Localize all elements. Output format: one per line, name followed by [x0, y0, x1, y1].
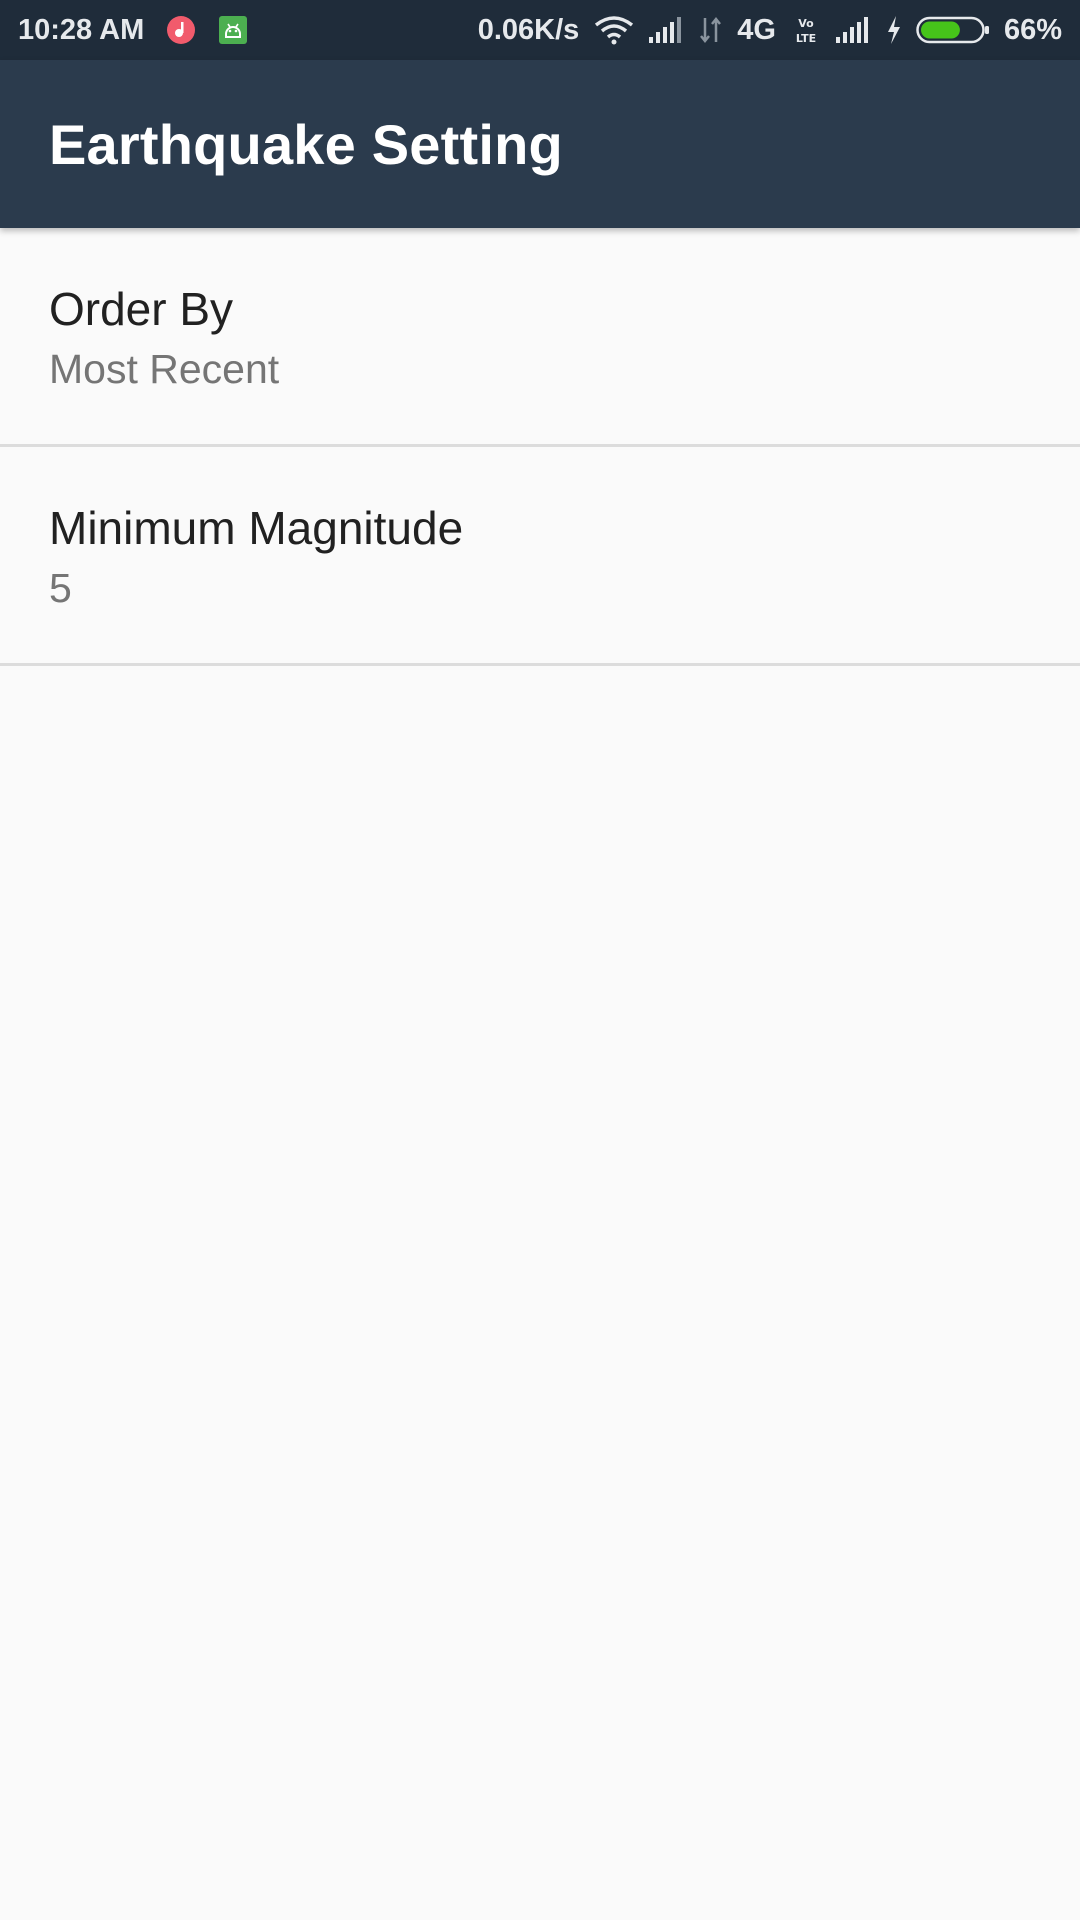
svg-text:Vo: Vo	[798, 17, 814, 30]
data-arrows-icon	[699, 16, 723, 44]
signal-icon	[649, 17, 685, 43]
signal-icon	[835, 17, 872, 43]
music-notification-icon	[166, 15, 196, 45]
preference-summary: Most Recent	[49, 346, 280, 392]
net-speed: 0.06K/s	[477, 13, 580, 46]
preference-summary: 5	[49, 565, 72, 611]
status-right: 0.06K/s 4G Vo LTE 66%	[478, 14, 1062, 47]
status-time: 10:28 AM	[18, 13, 145, 46]
app-bar: Earthquake Setting	[0, 60, 1080, 228]
status-left: 10:28 AM	[18, 14, 248, 47]
volte-icon: Vo LTE	[790, 15, 822, 45]
status-bar: 10:28 AM 0.06K/s 4G Vo LTE 66%	[0, 0, 1080, 60]
preference-title: Order By	[49, 283, 234, 335]
page-title: Earthquake Setting	[49, 113, 563, 176]
preference-order-by[interactable]: Order By Most Recent	[0, 228, 1080, 447]
svg-text:LTE: LTE	[796, 32, 816, 45]
battery-icon	[916, 15, 990, 45]
preference-title: Minimum Magnitude	[49, 502, 464, 554]
network-type: 4G	[737, 13, 776, 46]
preference-minimum-magnitude[interactable]: Minimum Magnitude 5	[0, 447, 1080, 666]
charging-icon	[886, 16, 902, 44]
preference-list: Order By Most Recent Minimum Magnitude 5	[0, 228, 1080, 666]
settings-screen: 10:28 AM 0.06K/s 4G Vo LTE 66% Earthquak…	[0, 0, 1080, 1920]
android-notification-icon	[218, 15, 248, 45]
wifi-icon	[593, 15, 635, 45]
battery-percent: 66%	[1003, 13, 1062, 46]
